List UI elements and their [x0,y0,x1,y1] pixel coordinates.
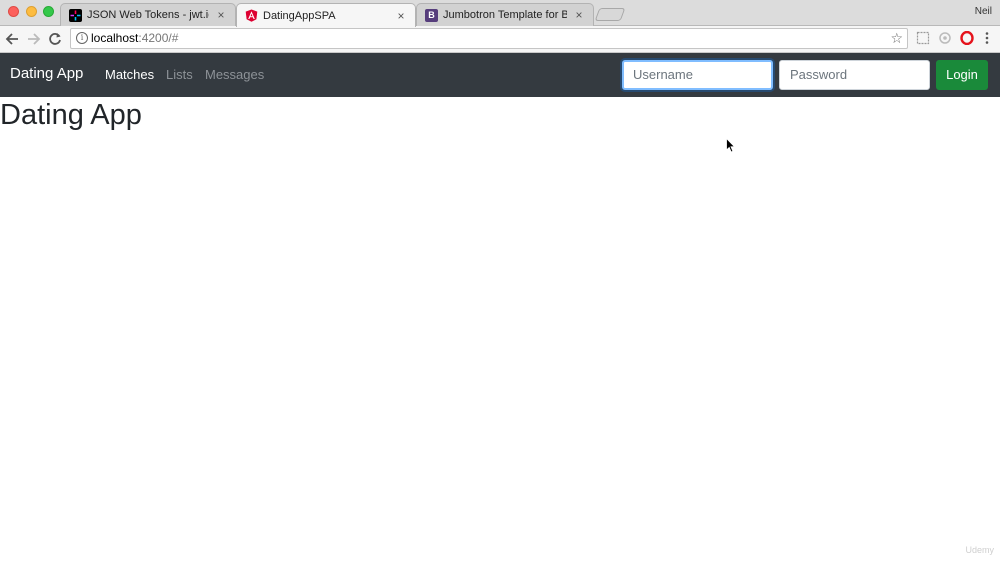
tab-title: Jumbotron Template for Boots [443,9,567,21]
reload-icon[interactable] [45,29,65,49]
menu-kebab-icon[interactable] [980,31,994,45]
udemy-watermark: Udemy [965,545,994,555]
extension-icon[interactable] [916,31,930,45]
address-bar[interactable]: i localhost:4200/# ☆ [70,28,908,49]
tab-title: DatingAppSPA [263,9,336,22]
bookmark-star-icon[interactable]: ☆ [890,29,903,48]
nav-link-matches[interactable]: Matches [105,67,154,82]
nav-link-messages[interactable]: Messages [205,67,264,82]
url-host: localhost [91,31,139,45]
extension-gear-icon[interactable] [938,31,952,45]
forward-arrow-icon[interactable] [24,29,44,49]
angular-icon [245,9,258,22]
page-heading: Dating App [0,99,142,131]
window-maximize-button[interactable] [43,6,54,17]
info-icon[interactable]: i [76,32,88,44]
bootstrap-icon: B [425,8,438,22]
tab-close-icon[interactable]: × [215,8,227,22]
tab-close-icon[interactable]: × [573,8,585,22]
browser-toolbar: i localhost:4200/# ☆ [0,26,1000,53]
password-input[interactable]: Password [779,60,930,90]
login-button[interactable]: Login [936,60,988,90]
url-path: :4200/# [138,31,179,45]
browser-tab-jwt[interactable]: JSON Web Tokens - jwt.io × [60,3,236,26]
tab-title: JSON Web Tokens - jwt.io [87,9,209,21]
jwt-icon [69,8,82,22]
browser-tab-jumbotron[interactable]: B Jumbotron Template for Boots × [416,3,594,26]
window-minimize-button[interactable] [26,6,37,17]
tab-close-icon[interactable]: × [395,9,407,23]
window-close-button[interactable] [8,6,19,17]
app-navbar: Dating App Matches Lists Messages Userna… [0,53,1000,97]
mouse-pointer-icon [726,137,736,158]
username-input[interactable]: Username [622,60,773,90]
back-arrow-icon[interactable] [2,29,22,49]
new-tab-button[interactable] [594,8,626,21]
browser-tab-strip: JSON Web Tokens - jwt.io × DatingAppSPA … [0,0,1000,27]
profile-name[interactable]: Neil [975,6,992,17]
navbar-brand[interactable]: Dating App [10,65,83,82]
opera-icon[interactable] [960,30,974,46]
browser-tab-datingappspa[interactable]: DatingAppSPA × [236,3,416,27]
nav-link-lists[interactable]: Lists [166,67,193,82]
